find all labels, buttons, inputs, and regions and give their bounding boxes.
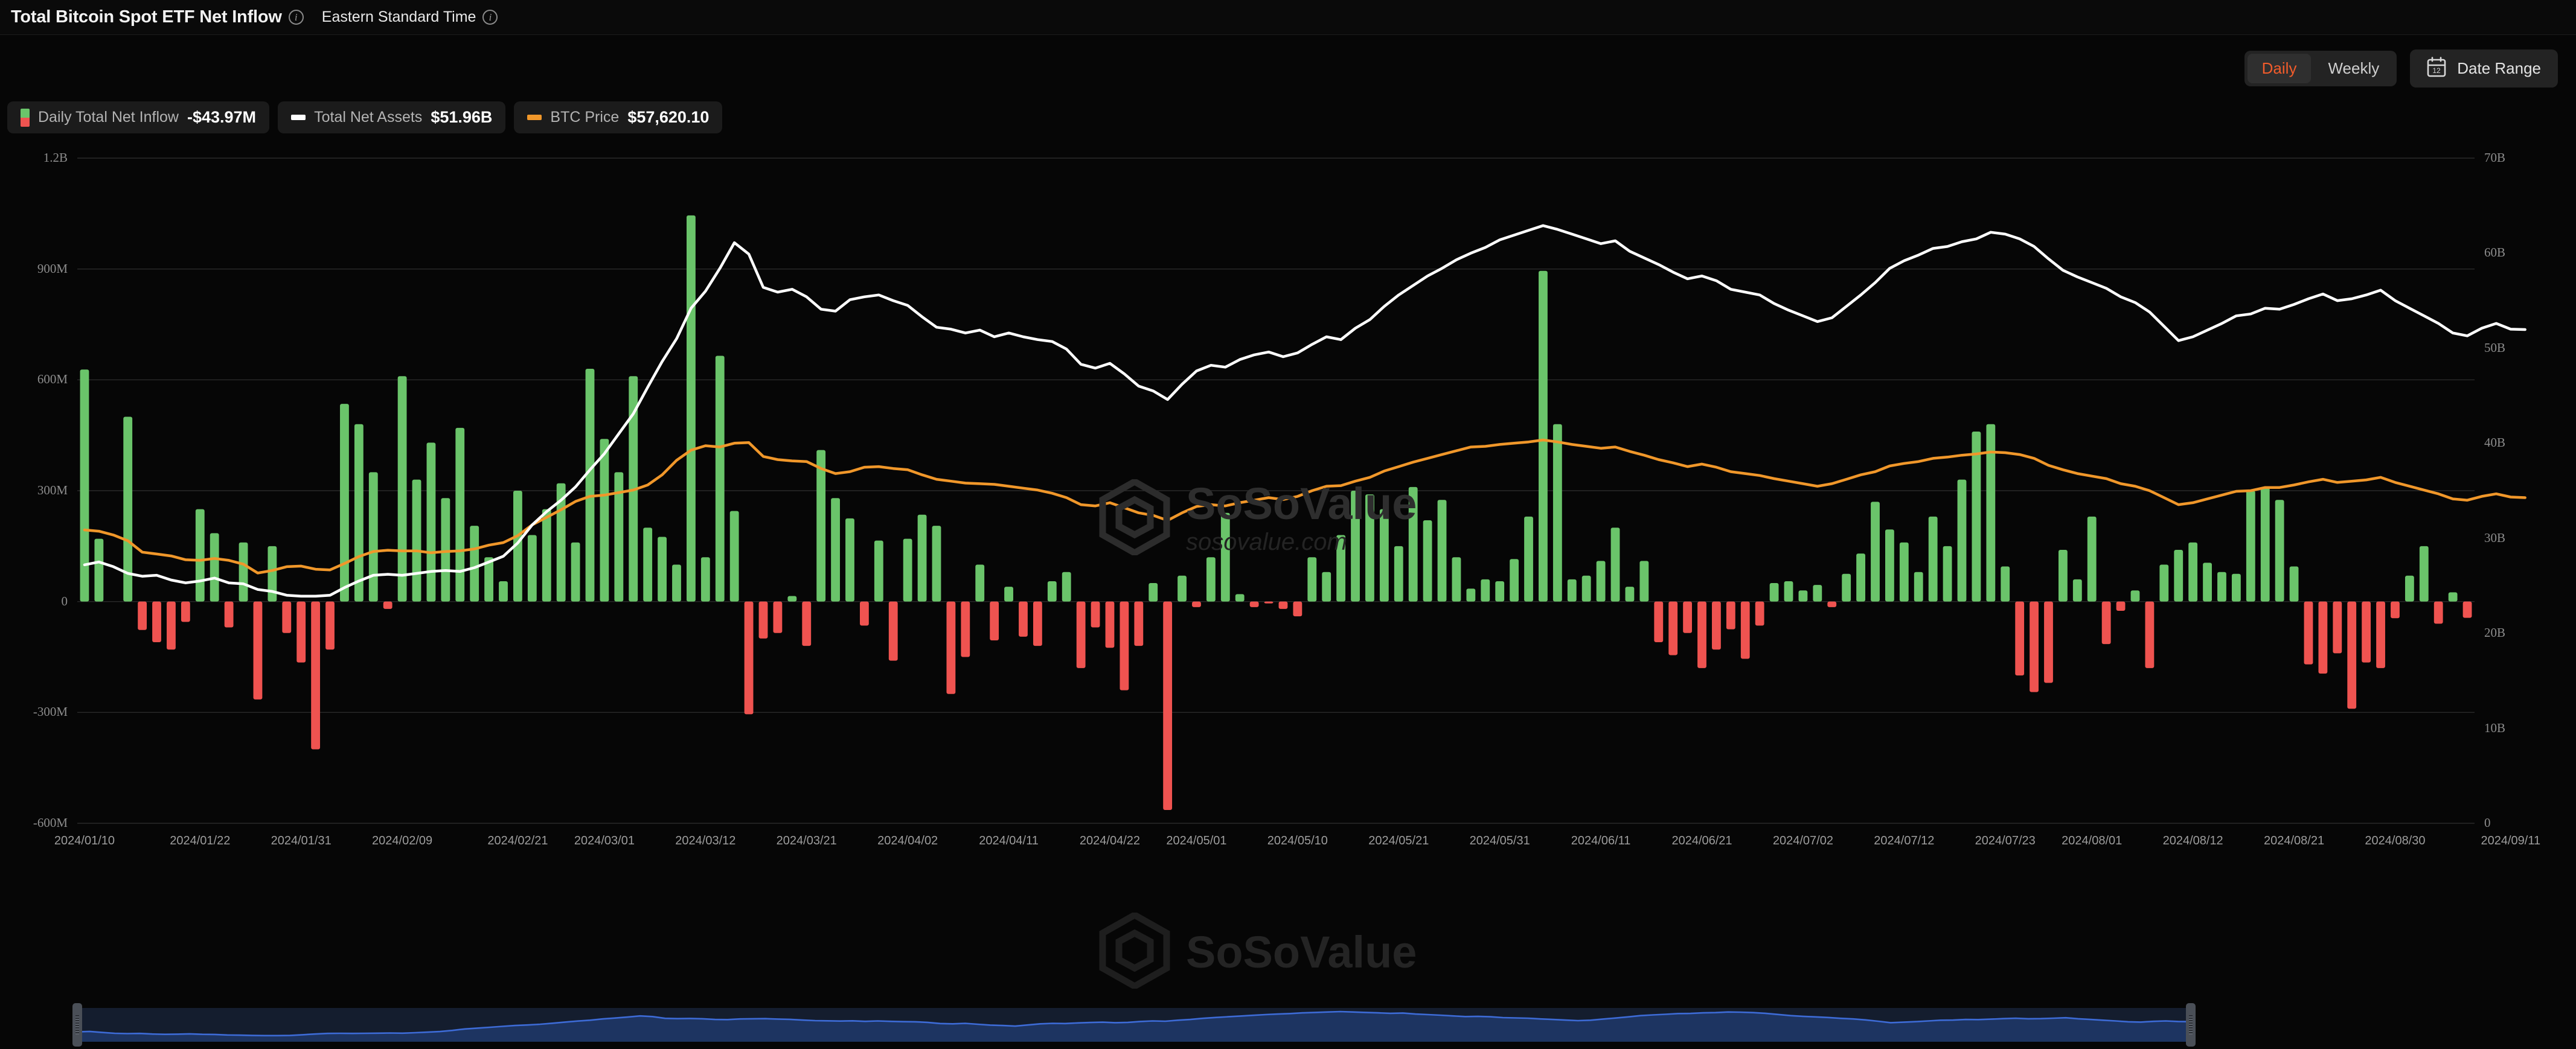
legend-item-btc-price[interactable]: BTC Price $57,620.10	[514, 101, 723, 133]
legend-item-total-net-assets[interactable]: Total Net Assets $51.96B	[278, 101, 506, 133]
timezone-info-icon[interactable]: i	[482, 10, 498, 25]
range-navigator[interactable]	[72, 1003, 2196, 1047]
x-axis-tick: 2024/07/12	[1874, 834, 1935, 847]
y-axis-right-tick: 20B	[2484, 625, 2506, 640]
y-axis-left-tick: 1.2B	[43, 150, 68, 165]
page-title: Total Bitcoin Spot ETF Net Inflow	[11, 7, 282, 27]
y-axis-right-tick: 50B	[2484, 340, 2506, 355]
navigator-chart	[77, 1008, 2191, 1042]
interval-toggle-group: Daily Weekly	[2244, 51, 2397, 86]
date-range-label: Date Range	[2457, 59, 2541, 77]
calendar-icon: 12	[2427, 57, 2446, 80]
chart-canvas	[77, 158, 2526, 824]
x-axis-tick: 2024/08/12	[2162, 834, 2223, 847]
interval-daily-button[interactable]: Daily	[2247, 54, 2312, 83]
x-axis-tick: 2024/09/11	[2481, 834, 2541, 847]
x-axis-tick: 2024/03/01	[574, 834, 635, 847]
x-axis-tick: 2024/08/21	[2263, 834, 2325, 847]
y-axis-left-tick: 300M	[37, 483, 68, 497]
x-axis-tick: 2024/05/21	[1368, 834, 1429, 847]
legend-value-daily-net-inflow: -$43.97M	[187, 108, 257, 126]
navigator-handle-right[interactable]	[2186, 1003, 2196, 1047]
x-axis-tick: 2024/08/01	[2062, 834, 2123, 847]
navigator-handle-left[interactable]	[72, 1003, 82, 1047]
legend-label-btc-price: BTC Price	[550, 109, 620, 126]
x-axis-tick: 2024/04/02	[877, 834, 938, 847]
legend-value-btc-price: $57,620.10	[627, 108, 710, 126]
y-axis-left-tick: 600M	[37, 372, 68, 387]
x-axis-tick: 2024/07/02	[1772, 834, 1833, 847]
x-axis-tick: 2024/06/11	[1571, 834, 1631, 847]
chart-plot-area[interactable]: 1.2B 900M 600M 300M 0 -300M -600M 70B 60B 50B 40B…	[0, 134, 2576, 990]
timezone-label: Eastern Standard Time	[321, 8, 476, 25]
date-range-button[interactable]: 12 Date Range	[2410, 49, 2558, 88]
x-axis-tick: 2024/05/01	[1166, 834, 1227, 847]
y-axis-left-tick: -600M	[33, 815, 68, 830]
x-axis-tick: 2024/03/21	[776, 834, 837, 847]
y-axis-right-tick: 0	[2484, 815, 2491, 830]
x-axis-tick: 2024/08/30	[2365, 834, 2426, 847]
y-axis-left-tick: 0	[61, 593, 68, 608]
svg-text:12: 12	[2433, 66, 2441, 75]
x-axis-tick: 2024/07/23	[1975, 834, 2036, 847]
interval-weekly-button[interactable]: Weekly	[2313, 54, 2394, 83]
x-axis-tick: 2024/05/10	[1267, 834, 1328, 847]
x-axis-tick: 2024/01/31	[271, 834, 332, 847]
x-axis-tick: 2024/01/22	[170, 834, 231, 847]
x-axis-tick: 2024/04/22	[1079, 834, 1141, 847]
y-axis-right-tick: 60B	[2484, 245, 2506, 260]
line-swatch-orange-icon	[527, 115, 542, 120]
x-axis-tick: 2024/02/09	[372, 834, 433, 847]
bitcoin-etf-chart-page: Total Bitcoin Spot ETF Net Inflow i East…	[0, 0, 2576, 1049]
y-axis-right-tick: 70B	[2484, 150, 2506, 165]
legend-label-total-net-assets: Total Net Assets	[314, 109, 423, 126]
chart-legend: Daily Total Net Inflow -$43.97M Total Ne…	[7, 101, 723, 133]
x-axis-tick: 2024/04/11	[979, 834, 1039, 847]
split-bar-swatch-icon	[21, 108, 30, 127]
x-axis-tick: 2024/03/12	[675, 834, 736, 847]
legend-value-total-net-assets: $51.96B	[431, 108, 493, 126]
x-axis-tick: 2024/06/21	[1671, 834, 1732, 847]
y-axis-right-tick: 40B	[2484, 435, 2506, 450]
x-axis-tick: 2024/02/21	[487, 834, 548, 847]
page-header: Total Bitcoin Spot ETF Net Inflow i East…	[0, 0, 2576, 35]
y-axis-left-tick: 900M	[37, 261, 68, 276]
y-axis-right-tick: 10B	[2484, 720, 2506, 735]
legend-item-daily-net-inflow[interactable]: Daily Total Net Inflow -$43.97M	[7, 101, 270, 133]
x-axis-tick: 2024/05/31	[1469, 834, 1530, 847]
title-info-icon[interactable]: i	[288, 10, 304, 25]
y-axis-right-tick: 30B	[2484, 530, 2506, 545]
chart-controls: Daily Weekly 12 Date Range	[2244, 49, 2558, 88]
y-axis-left-tick: -300M	[33, 704, 68, 719]
legend-label-daily-net-inflow: Daily Total Net Inflow	[38, 109, 179, 126]
line-swatch-white-icon	[291, 115, 306, 120]
x-axis-tick: 2024/01/10	[54, 834, 115, 847]
